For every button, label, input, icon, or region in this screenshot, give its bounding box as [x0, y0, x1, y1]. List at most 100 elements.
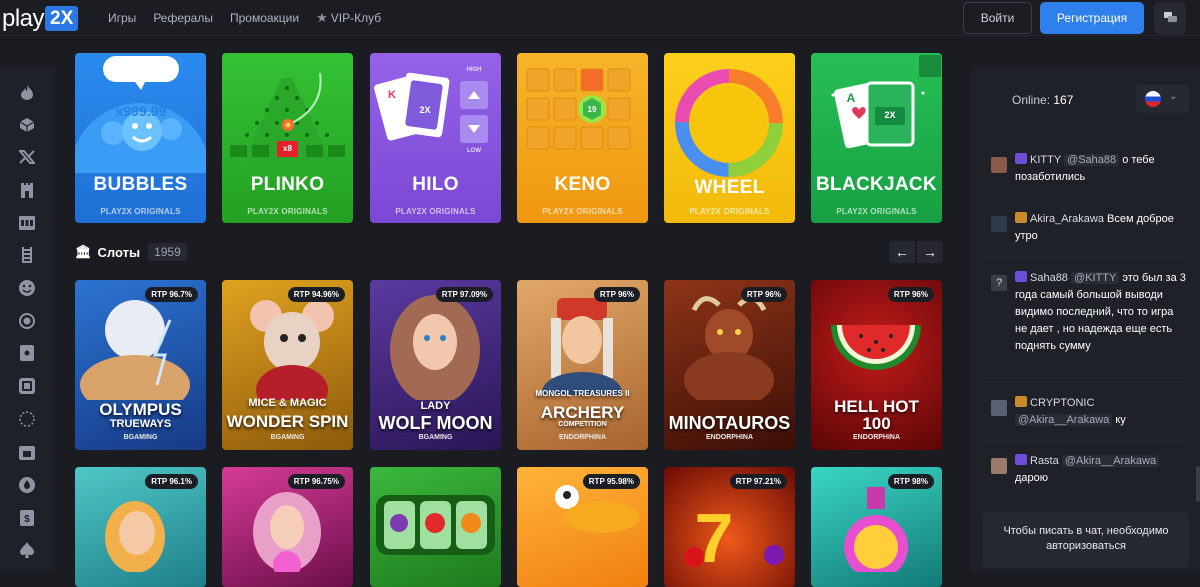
section-title: Слоты [97, 244, 141, 260]
game-card-keno[interactable]: 19 KENO PLAY2X ORIGINALS [517, 53, 648, 223]
avatar[interactable] [991, 458, 1007, 474]
game-sub: PLAY2X ORIGINALS [395, 207, 476, 216]
slot-card-mice-magic[interactable]: RTP 94.96% MICE & MAGIC WONDER SPIN BGAM… [222, 280, 353, 450]
slot-subtitle: 100 [862, 414, 891, 433]
fruit-reels-art [376, 495, 495, 555]
game-name: BUBBLES [93, 174, 188, 195]
calendar-icon[interactable] [18, 443, 36, 461]
slot-provider: ENDORPHINA [852, 434, 901, 441]
divider [983, 134, 1189, 135]
rtp-badge: RTP 97.09% [435, 287, 493, 302]
slot-title: MICE & MAGIC [248, 397, 327, 409]
game-card-blackjack[interactable]: A 2X BLACKJACK PLAY2X ORIGINALS [811, 53, 942, 223]
avatar[interactable] [991, 216, 1007, 232]
slot-card[interactable]: RTP 98% [811, 467, 942, 587]
slot-card[interactable]: 7 RTP 97.21% [664, 467, 795, 587]
dice-icon[interactable] [18, 377, 36, 395]
chat-nick[interactable]: KITTY [1030, 154, 1061, 166]
nav-games[interactable]: Игры [108, 11, 136, 25]
fire-icon[interactable] [18, 83, 36, 101]
slot-title: LADY [420, 400, 451, 412]
slot-card[interactable] [370, 467, 501, 587]
rtp-badge: RTP 97.21% [729, 474, 787, 489]
user-badge-icon [1015, 454, 1027, 465]
slot-card-hell-hot[interactable]: RTP 96% HELL HOT 100 ENDORPHINA [811, 280, 942, 450]
divider [983, 440, 1189, 441]
slot-card-olympus[interactable]: RTP 96.7% OLYMPUS TRUEWAYS BGAMING [75, 280, 206, 450]
chat-toggle-button[interactable] [1154, 2, 1186, 34]
rtp-badge: RTP 96% [593, 287, 640, 302]
svg-text:K: K [388, 89, 396, 101]
avatar-placeholder[interactable]: ? [991, 275, 1007, 291]
smiley-icon[interactable] [18, 279, 36, 297]
game-card-plinko[interactable]: x8 PLINKO PLAY2X ORIGINALS [222, 53, 353, 223]
drop-icon[interactable] [18, 476, 36, 494]
game-sub: PLAY2X ORIGINALS [247, 207, 328, 216]
slot-subtitle: TRUEWAYS [109, 418, 172, 430]
divider [983, 198, 1189, 199]
divider [983, 256, 1189, 257]
scroll-right-button[interactable]: → [917, 241, 943, 263]
rtp-badge: RTP 95.98% [582, 474, 640, 489]
game-name: PLINKO [250, 174, 325, 195]
x-logo-icon[interactable] [18, 148, 36, 166]
avatar[interactable] [991, 157, 1007, 173]
nav-promotions[interactable]: Промоакции [230, 11, 299, 25]
blackjack-card-badge: 2X [884, 110, 896, 120]
chat-nick[interactable]: CRYPTONIC [1030, 397, 1094, 409]
russian-flag-icon [1145, 91, 1161, 107]
slot-card[interactable]: RTP 96.75% [222, 467, 353, 587]
rtp-badge: RTP 96.7% [145, 287, 198, 302]
spade-icon[interactable] [18, 541, 36, 559]
user-badge-icon [1015, 212, 1027, 223]
coin-icon[interactable]: $ [18, 509, 36, 527]
nav-referrals[interactable]: Рефералы [153, 11, 213, 25]
nav-vip[interactable]: ★ VIP-Клуб [316, 10, 381, 26]
hilo-high-label: HIGH [466, 67, 482, 73]
game-sub: PLAY2X ORIGINALS [836, 207, 917, 216]
login-button[interactable]: Войти [963, 2, 1032, 34]
card-icon[interactable] [18, 344, 36, 362]
slot-title: MONGOL TREASURES II [535, 389, 630, 398]
register-button[interactable]: Регистрация [1040, 2, 1144, 34]
wheel-art [675, 69, 783, 177]
slot-card-mongol-treasures[interactable]: RTP 96% MONGOL TREASURES II ARCHERY COMP… [517, 280, 648, 450]
ladder-icon[interactable] [18, 246, 36, 264]
target-icon[interactable] [18, 312, 36, 330]
chat-text: это был за 3 года самый большой выводи в… [1015, 272, 1186, 352]
scroll-left-button[interactable]: ← [889, 241, 915, 263]
game-card-hilo[interactable]: K 2X HIGH LOW HILO PLAY2X ORIGINALS [370, 53, 501, 223]
game-sub: PLAY2X ORIGINALS [689, 207, 770, 216]
logo[interactable]: play 2X [2, 5, 79, 32]
online-counter: Online: 167 [1012, 93, 1073, 107]
slot-card-minotauros[interactable]: RTP 96% MINOTAUROS ENDORPHINA [664, 280, 795, 450]
blackjack-ace-letter: A [846, 91, 856, 105]
top-bar: play 2X Игры Рефералы Промоакции ★ VIP-Кл… [0, 0, 1200, 36]
divider [983, 378, 1189, 379]
roulette-icon[interactable] [18, 410, 36, 428]
slot-card[interactable]: RTP 96.1% [75, 467, 206, 587]
cube-icon[interactable] [18, 116, 36, 134]
bank-icon: 🏛 [75, 244, 92, 259]
slot-title: HELL HOT [834, 397, 919, 416]
slot-card[interactable]: RTP 95.98% [517, 467, 648, 587]
avatar[interactable] [991, 400, 1007, 416]
chat-nick[interactable]: Saha88 [1030, 272, 1068, 284]
slot-title: MINOTAUROS [668, 413, 791, 433]
left-sidebar: $ [0, 66, 55, 572]
slot-provider: BGAMING [123, 434, 158, 441]
language-select[interactable]: ⌄ [1136, 85, 1189, 113]
game-card-bubbles[interactable]: x999.99 BUBBLES PLAY2X ORIGINALS [75, 53, 206, 223]
slot-title: OLYMPUS [99, 400, 182, 419]
logo-text: play [2, 5, 45, 32]
slot-machine-icon[interactable] [18, 214, 36, 232]
chat-scrollbar[interactable] [1196, 466, 1200, 502]
game-card-wheel[interactable]: WHEEL PLAY2X ORIGINALS [664, 53, 795, 223]
castle-icon[interactable] [18, 181, 36, 199]
rtp-badge: RTP 96% [740, 287, 787, 302]
slot-card-lady-wolf-moon[interactable]: RTP 97.09% LADY WOLF MOON BGAMING [370, 280, 501, 450]
chat-nick[interactable]: Rasta [1030, 455, 1059, 467]
user-badge-icon [1015, 271, 1027, 282]
chat-nick[interactable]: Akira_Arakawa [1030, 213, 1104, 225]
slot-subtitle-2: COMPETITION [558, 421, 607, 428]
